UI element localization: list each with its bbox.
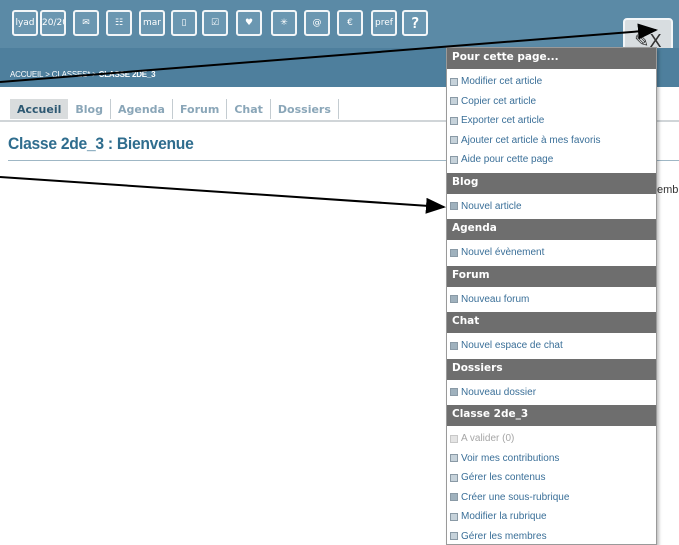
menu-item[interactable]: Modifier cet article bbox=[447, 72, 656, 92]
menu-section-header: Blog bbox=[447, 172, 656, 194]
plus-icon bbox=[450, 493, 458, 502]
plus-icon bbox=[450, 202, 458, 211]
tab-blog[interactable]: Blog bbox=[68, 99, 111, 119]
plus-icon bbox=[450, 295, 458, 304]
favorites-icon[interactable]: ♥ bbox=[236, 10, 262, 36]
contents-icon bbox=[450, 473, 458, 482]
menu-item-label: Copier cet article bbox=[461, 95, 537, 107]
contributions-icon bbox=[450, 454, 458, 463]
menu-item[interactable]: Nouveau forum bbox=[447, 290, 656, 310]
menu-item-label: Créer une sous-rubrique bbox=[461, 491, 570, 503]
menu-item-label: Gérer les membres bbox=[461, 530, 547, 542]
grades-icon[interactable]: 20/20 bbox=[40, 10, 66, 36]
breadcrumb-home[interactable]: ACCUEIL bbox=[10, 70, 43, 79]
menu-item-label: Ajouter cet article à mes favoris bbox=[461, 134, 601, 146]
breadcrumb-current: CLASSE 2DE_3 bbox=[98, 70, 156, 79]
page-actions-menu: Pour cette page... Modifier cet article Co… bbox=[446, 47, 657, 545]
network-icon[interactable]: ✳ bbox=[271, 10, 297, 36]
menu-item[interactable]: Créer une sous-rubrique bbox=[447, 488, 656, 508]
title-divider-right bbox=[657, 160, 679, 161]
members-icon bbox=[450, 532, 458, 541]
menu-item-label: Gérer les contenus bbox=[461, 472, 546, 484]
breadcrumb: ACCUEIL > CLASSES* > CLASSE 2DE_3 bbox=[10, 70, 156, 79]
plus-icon bbox=[450, 388, 458, 397]
calendar-icon[interactable]: mar 18 bbox=[139, 10, 165, 36]
menu-item[interactable]: Ajouter cet article à mes favoris bbox=[447, 131, 656, 151]
profile-card-icon[interactable]: pref bbox=[371, 10, 397, 36]
breadcrumb-classes[interactable]: CLASSES* bbox=[52, 70, 91, 79]
menu-item-label: Nouvel article bbox=[461, 200, 522, 212]
menu-item[interactable]: Copier cet article bbox=[447, 92, 656, 112]
main-toolbar: lyad20/20 ✉ ☷ mar 18▯☑ ♥ ✳ @ € pref? bbox=[0, 0, 679, 48]
tab-chat[interactable]: Chat bbox=[227, 99, 271, 119]
menu-section-header: Chat bbox=[447, 312, 656, 333]
menu-item-label: Modifier la rubrique bbox=[461, 511, 547, 523]
breadcrumb-separator: > bbox=[45, 70, 50, 79]
tab-accueil[interactable]: Accueil bbox=[10, 99, 69, 119]
menu-item[interactable]: Nouveau dossier bbox=[447, 383, 656, 403]
menu-item-label: Voir mes contributions bbox=[461, 452, 560, 464]
favorite-icon bbox=[450, 136, 458, 145]
menu-item[interactable]: Modifier la rubrique bbox=[447, 507, 656, 527]
menu-item[interactable]: Nouvel espace de chat bbox=[447, 336, 656, 356]
payment-icon[interactable]: € bbox=[337, 10, 363, 36]
breadcrumb-separator: > bbox=[92, 70, 97, 79]
page-title: Classe 2de_3 : Bienvenue bbox=[8, 134, 194, 153]
menu-section-header: Classe 2de_3 bbox=[447, 405, 656, 426]
help-icon[interactable]: ? bbox=[402, 10, 428, 36]
documents-icon[interactable]: ▯ bbox=[171, 10, 197, 36]
menu-item[interactable]: Gérer les membres bbox=[447, 527, 656, 545]
menu-item[interactable]: Aide pour cette page bbox=[447, 150, 656, 170]
menu-item-label: Modifier cet article bbox=[461, 76, 543, 88]
menu-item-label: A valider (0) bbox=[461, 433, 515, 445]
tab-agenda[interactable]: Agenda bbox=[111, 99, 173, 119]
edit-icon bbox=[450, 512, 458, 521]
menu-item-label: Nouveau forum bbox=[461, 293, 530, 305]
menu-item[interactable]: Exporter cet article bbox=[447, 111, 656, 131]
plus-icon bbox=[450, 248, 458, 257]
edit-icon bbox=[450, 77, 458, 86]
menu-item-label: Nouvel évènement bbox=[461, 247, 545, 259]
menu-item-label: Exporter cet article bbox=[461, 115, 545, 127]
background-text-fragment: emb bbox=[657, 184, 679, 196]
help-small-icon bbox=[450, 155, 458, 164]
menu-item: A valider (0) bbox=[447, 429, 656, 449]
menu-section-header: Agenda bbox=[447, 219, 656, 240]
plus-icon bbox=[450, 341, 458, 350]
email-at-icon[interactable]: @ bbox=[304, 10, 330, 36]
menu-section-header: Forum bbox=[447, 265, 656, 287]
menu-item[interactable]: Nouvel article bbox=[447, 197, 656, 217]
address-book-icon[interactable]: ☷ bbox=[106, 10, 132, 36]
menu-item[interactable]: Voir mes contributions bbox=[447, 449, 656, 469]
menu-item-label: Nouveau dossier bbox=[461, 386, 537, 398]
menu-item[interactable]: Gérer les contenus bbox=[447, 468, 656, 488]
nav-tabs: Accueil Blog Agenda Forum Chat Dossiers bbox=[10, 99, 339, 121]
menu-item-label: Nouvel espace de chat bbox=[461, 340, 563, 352]
menu-section-header: Pour cette page... bbox=[447, 48, 656, 69]
menu-item-label: Aide pour cette page bbox=[461, 154, 554, 166]
tab-forum[interactable]: Forum bbox=[173, 99, 228, 119]
arrow-to-new-article bbox=[0, 176, 446, 214]
export-icon bbox=[450, 116, 458, 125]
menu-section-header: Dossiers bbox=[447, 358, 656, 380]
copy-icon bbox=[450, 97, 458, 106]
tab-dossiers[interactable]: Dossiers bbox=[271, 99, 339, 119]
mail-icon[interactable]: ✉ bbox=[73, 10, 99, 36]
menu-item[interactable]: Nouvel évènement bbox=[447, 243, 656, 263]
clipboard-icon[interactable]: ☑ bbox=[202, 10, 228, 36]
validate-icon bbox=[450, 434, 458, 443]
title-divider bbox=[8, 160, 448, 161]
agenda-icon[interactable]: lyad bbox=[12, 10, 38, 36]
